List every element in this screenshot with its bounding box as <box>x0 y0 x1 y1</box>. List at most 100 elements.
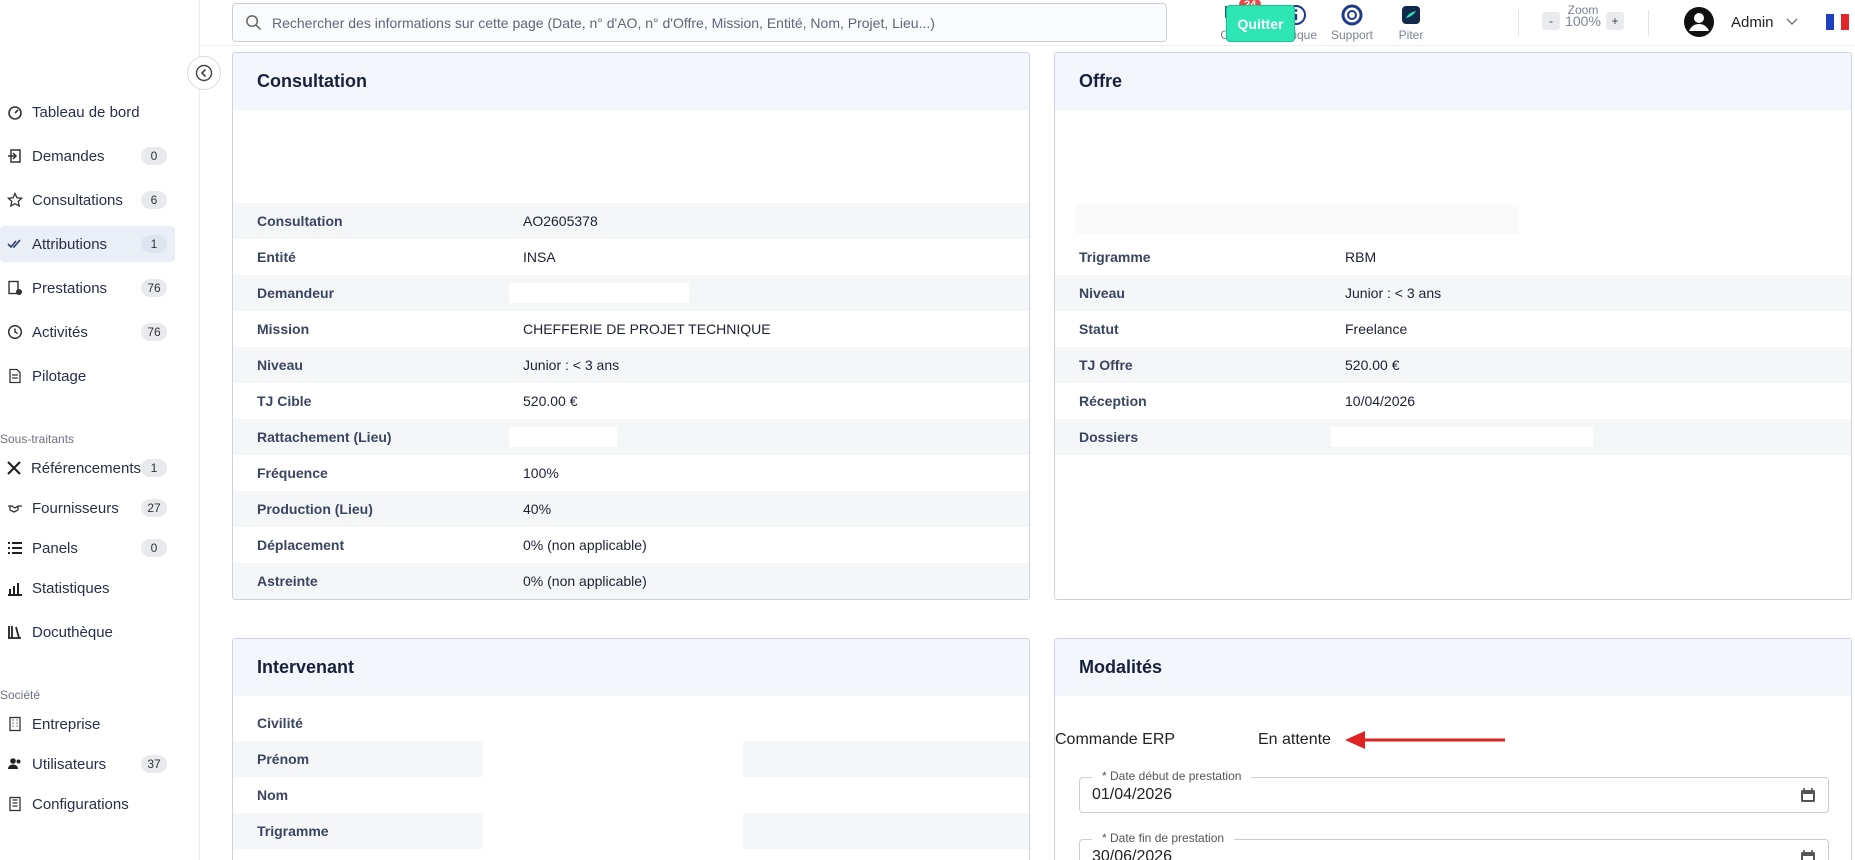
annotation-arrow-icon <box>1345 731 1505 749</box>
table-row: Niveau Junior : < 3 ans <box>1055 275 1851 311</box>
sidebar-item-docutheque[interactable]: Docuthèque <box>0 614 175 650</box>
intervenant-card: Intervenant Civilité Prénom Nom Trigramme Em… <box>232 638 1030 860</box>
sidebar-item-label: Fournisseurs <box>32 499 119 517</box>
piter-button[interactable]: Piter <box>1381 2 1441 42</box>
table-row: TJ Offre 520.00 € <box>1055 347 1851 383</box>
sidebar: Tableau de bord Demandes 0 Consultations… <box>0 0 200 860</box>
user-menu[interactable]: Admin <box>1683 6 1798 38</box>
sidebar-item-label: Référencements <box>30 459 141 477</box>
table-row: Statut Freelance <box>1055 311 1851 347</box>
consultation-title: Consultation <box>233 53 1029 110</box>
chevron-left-circle-icon <box>195 64 213 82</box>
sidebar-item-label: Configurations <box>32 795 129 813</box>
row-value: 40% <box>523 501 552 517</box>
section-title-societe: Société <box>0 688 41 702</box>
count-badge: 76 <box>141 279 167 297</box>
row-value: RBM <box>1345 249 1377 265</box>
row-label: TJ Cible <box>257 393 312 409</box>
sidebar-item-prestations[interactable]: Prestations 76 <box>0 270 175 306</box>
star-icon <box>0 192 32 208</box>
sidebar-item-tableau-de-bord[interactable]: Tableau de bord <box>0 94 175 130</box>
calendar-icon[interactable] <box>1800 787 1816 803</box>
users-icon <box>0 756 32 772</box>
row-label: TJ Offre <box>1079 357 1133 373</box>
row-label: Niveau <box>257 357 303 373</box>
chevron-down-icon <box>1786 18 1798 25</box>
sidebar-item-panels[interactable]: Panels 0 <box>0 530 175 566</box>
table-row: TJ Cible 520.00 € <box>233 383 1029 419</box>
support-label: Support <box>1330 28 1374 42</box>
sidebar-item-utilisateurs[interactable]: Utilisateurs 37 <box>0 746 175 782</box>
row-label: Entité <box>257 249 296 265</box>
row-value: Junior : < 3 ans <box>1345 285 1442 301</box>
double-check-icon <box>0 236 32 252</box>
date-fin-label: * Date fin de prestation <box>1092 831 1235 845</box>
table-row: Prénom <box>233 741 1029 777</box>
row-value: 0% (non applicable) <box>523 537 647 553</box>
modalites-card: Modalités Commande ERP En attente * Date… <box>1054 638 1852 860</box>
row-value: 520.00 € <box>523 393 578 409</box>
sidebar-item-label: Tableau de bord <box>32 103 140 121</box>
support-button[interactable]: Support <box>1322 2 1382 42</box>
sidebar-item-pilotage[interactable]: Pilotage <box>0 358 175 394</box>
offre-title: Offre <box>1055 53 1851 110</box>
row-value: 520.00 € <box>1345 357 1400 373</box>
row-value: INSA <box>523 249 556 265</box>
zoom-out-button[interactable]: - <box>1542 12 1560 30</box>
table-row: Déplacement 0% (non applicable) <box>233 527 1029 563</box>
redacted-area <box>1075 204 1519 234</box>
quit-button[interactable]: Quitter <box>1226 5 1295 42</box>
row-label: Dossiers <box>1079 429 1139 445</box>
redacted-value <box>509 427 617 447</box>
table-row: Rattachement (Lieu) <box>233 419 1029 455</box>
sidebar-item-label: Demandes <box>32 147 105 165</box>
row-value: 100% <box>523 465 559 481</box>
date-debut-field[interactable]: * Date début de prestation 01/04/2026 <box>1079 769 1829 813</box>
building-icon <box>0 716 32 732</box>
row-label: Trigramme <box>1079 249 1151 265</box>
row-label: Prénom <box>257 751 310 767</box>
search-input[interactable]: Rechercher des informations sur cette pa… <box>232 3 1167 42</box>
calendar-icon[interactable] <box>1800 849 1816 860</box>
redacted-value <box>509 283 689 303</box>
date-fin-value: 30/06/2026 <box>1092 848 1173 860</box>
sidebar-item-label: Panels <box>32 539 78 557</box>
offre-card: Offre Trigramme RBM Niveau Junior : < 3 ans… <box>1054 52 1852 600</box>
table-row: Dossiers <box>1055 419 1851 455</box>
row-label: Déplacement <box>257 537 345 553</box>
piter-label: Piter <box>1398 28 1424 42</box>
french-flag-icon[interactable] <box>1826 14 1850 30</box>
sidebar-item-label: Docuthèque <box>32 623 113 641</box>
sidebar-item-demandes[interactable]: Demandes 0 <box>0 138 175 174</box>
row-value: 10/04/2026 <box>1345 393 1416 409</box>
sidebar-item-label: Entreprise <box>32 715 101 733</box>
search-icon <box>246 15 262 31</box>
row-label: Niveau <box>1079 285 1125 301</box>
sidebar-item-configurations[interactable]: Configurations <box>0 786 175 822</box>
tools-icon <box>0 460 31 476</box>
sidebar-item-label: Consultations <box>32 191 123 209</box>
sidebar-item-entreprise[interactable]: Entreprise <box>0 706 175 742</box>
table-row: Production (Lieu) 40% <box>233 491 1029 527</box>
row-label: Réception <box>1079 393 1147 409</box>
collapse-sidebar-button[interactable] <box>187 56 221 90</box>
date-debut-label: * Date début de prestation <box>1092 769 1252 783</box>
date-fin-field[interactable]: * Date fin de prestation 30/06/2026 <box>1079 831 1829 860</box>
sidebar-item-attributions[interactable]: Attributions 1 <box>0 226 175 262</box>
sidebar-item-fournisseurs[interactable]: Fournisseurs 27 <box>0 490 175 526</box>
table-row: Trigramme <box>233 813 1029 849</box>
row-label: Trigramme <box>257 823 329 839</box>
row-value: Junior : < 3 ans <box>523 357 620 373</box>
sidebar-item-statistiques[interactable]: Statistiques <box>0 570 175 606</box>
handshake-icon <box>0 500 32 516</box>
zoom-in-button[interactable]: + <box>1606 12 1624 30</box>
count-badge: 1 <box>141 459 167 477</box>
date-debut-value: 01/04/2026 <box>1092 786 1173 803</box>
list-icon <box>0 540 32 556</box>
sidebar-item-referencements[interactable]: Référencements 1 <box>0 450 175 486</box>
count-badge: 0 <box>141 539 167 557</box>
sidebar-item-activites[interactable]: Activités 76 <box>0 314 175 350</box>
sidebar-item-consultations[interactable]: Consultations 6 <box>0 182 175 218</box>
table-row: Email professionnel <box>233 849 1029 860</box>
bar-chart-icon <box>0 580 32 596</box>
